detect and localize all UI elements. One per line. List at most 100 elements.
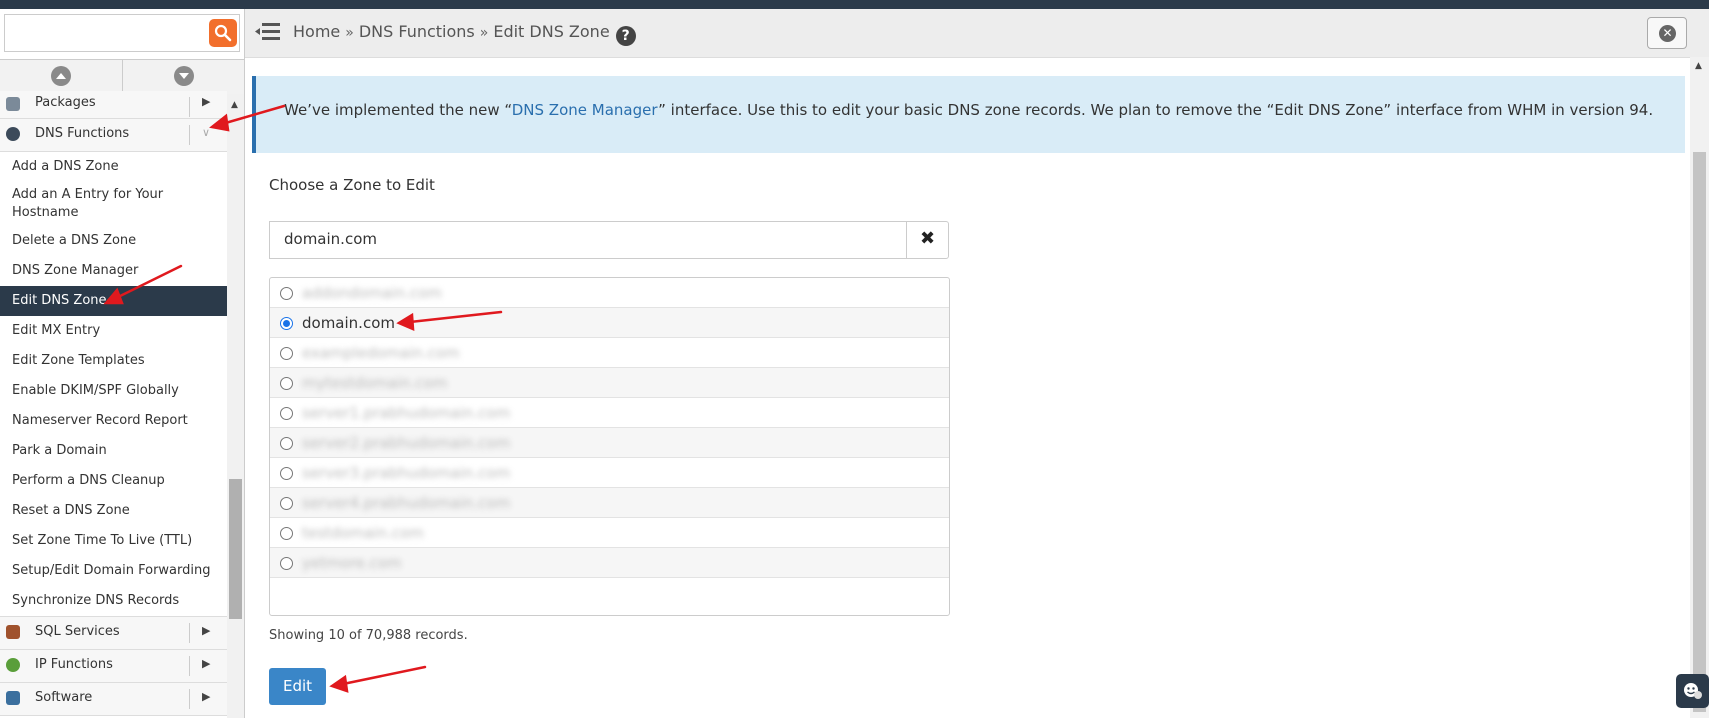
divider: [189, 656, 190, 676]
menu-collapse-icon: [255, 23, 280, 40]
zone-name: server4.prabhudomain.com: [302, 494, 511, 512]
zone-row[interactable]: server2.prabhudomain.com: [270, 428, 949, 458]
zone-row[interactable]: domain.com: [270, 308, 949, 338]
sidebar-item-dns-cleanup[interactable]: Perform a DNS Cleanup: [0, 466, 227, 496]
divider: [189, 689, 190, 709]
sidebar-item-add-a-entry[interactable]: Add an A Entry for Your Hostname: [0, 182, 227, 226]
zone-radio[interactable]: [280, 557, 293, 570]
sidebar-scroll-down-button[interactable]: [123, 60, 244, 94]
main-scrollbar-thumb[interactable]: [1693, 152, 1706, 712]
feedback-button[interactable]: [1676, 674, 1709, 708]
zone-row[interactable]: server4.prabhudomain.com: [270, 488, 949, 518]
zone-name: server1.prabhudomain.com: [302, 404, 511, 422]
zone-radio[interactable]: [280, 407, 293, 420]
sidebar-item-park-a-domain[interactable]: Park a Domain: [0, 436, 227, 466]
zone-radio[interactable]: [280, 497, 293, 510]
sidebar-category-sql-services[interactable]: SQL Services ▶: [0, 616, 227, 650]
zone-row[interactable]: server1.prabhudomain.com: [270, 398, 949, 428]
breadcrumb: Home» DNS Functions» Edit DNS Zone?: [293, 22, 636, 46]
sidebar-search: [4, 14, 240, 52]
sidebar-search-input[interactable]: [4, 14, 240, 52]
scroll-up-icon: ▲: [1695, 61, 1702, 71]
sidebar-category-ip-functions[interactable]: IP Functions ▶: [0, 650, 227, 683]
sidebar-item-edit-mx-entry[interactable]: Edit MX Entry: [0, 316, 227, 346]
zone-row[interactable]: mytestdomain.com: [270, 368, 949, 398]
category-label: DNS Functions: [35, 126, 130, 141]
chevron-down-icon: [174, 66, 194, 86]
breadcrumb-dns-functions[interactable]: DNS Functions: [359, 22, 475, 41]
zone-row[interactable]: addondomain.com: [270, 278, 949, 308]
divider: [189, 97, 190, 117]
divider: [189, 623, 190, 643]
category-label: Software: [35, 690, 93, 705]
annotation-arrowhead: [329, 674, 349, 693]
sidebar-item-set-zone-ttl[interactable]: Set Zone Time To Live (TTL): [0, 526, 227, 556]
sidebar-item-delete-dns-zone[interactable]: Delete a DNS Zone: [0, 226, 227, 256]
records-count: Showing 10 of 70,988 records.: [269, 628, 468, 643]
sidebar-category-dns-functions[interactable]: DNS Functions ∨: [0, 119, 227, 152]
zone-radio[interactable]: [280, 317, 293, 330]
sidebar-item-edit-dns-zone[interactable]: Edit DNS Zone: [0, 286, 227, 316]
zone-row[interactable]: testdomain.com: [270, 518, 949, 548]
sidebar-category-software[interactable]: Software ▶: [0, 683, 227, 716]
zone-name: testdomain.com: [302, 524, 424, 542]
sidebar: Packages ▶ DNS Functions ∨ Add a DNS Zon…: [0, 9, 245, 718]
notice-text: We’ve implemented the new “DNS Zone Mana…: [284, 101, 1654, 119]
zone-name: yetmore.com: [302, 554, 402, 572]
sidebar-item-synchronize-dns[interactable]: Synchronize DNS Records: [0, 586, 227, 616]
zone-name: mytestdomain.com: [302, 374, 448, 392]
edit-button[interactable]: Edit: [269, 668, 326, 705]
search-button[interactable]: [209, 19, 237, 47]
category-label: IP Functions: [35, 657, 113, 672]
help-icon[interactable]: ?: [615, 26, 636, 46]
zone-filter-input[interactable]: domain.com: [269, 221, 906, 259]
zone-radio[interactable]: [280, 377, 293, 390]
software-icon: [6, 691, 20, 705]
zone-radio[interactable]: [280, 287, 293, 300]
database-icon: [6, 625, 20, 639]
sidebar-scrollbar-thumb[interactable]: [229, 479, 242, 619]
sidebar-category-packages[interactable]: Packages ▶: [0, 91, 227, 119]
annotation-arrow: [341, 665, 427, 686]
zone-name: domain.com: [302, 314, 395, 332]
breadcrumb-home[interactable]: Home: [293, 22, 340, 41]
main-scrollbar[interactable]: ▲: [1690, 57, 1709, 718]
zone-radio[interactable]: [280, 347, 293, 360]
chevron-right-icon: ▶: [202, 95, 211, 108]
zone-radio[interactable]: [280, 527, 293, 540]
sidebar-scroll-up-button[interactable]: [0, 60, 123, 94]
page-header: Home» DNS Functions» Edit DNS Zone? ✕: [245, 9, 1709, 58]
sidebar-item-domain-forwarding[interactable]: Setup/Edit Domain Forwarding: [0, 556, 227, 586]
close-button[interactable]: ✕: [1647, 17, 1687, 49]
globe-icon: [6, 658, 20, 672]
zone-name: exampledomain.com: [302, 344, 460, 362]
search-icon: [214, 24, 232, 42]
zone-radio[interactable]: [280, 467, 293, 480]
sidebar-item-enable-dkim-spf[interactable]: Enable DKIM/SPF Globally: [0, 376, 227, 406]
chevron-down-icon: ∨: [202, 126, 211, 139]
chevron-right-icon: ▶: [202, 624, 211, 637]
sidebar-item-add-dns-zone[interactable]: Add a DNS Zone: [0, 152, 227, 182]
category-label: SQL Services: [35, 624, 120, 639]
package-icon: [6, 97, 20, 111]
sidebar-item-edit-zone-templates[interactable]: Edit Zone Templates: [0, 346, 227, 376]
sidebar-item-dns-zone-manager[interactable]: DNS Zone Manager: [0, 256, 227, 286]
dns-icon: [6, 127, 20, 141]
close-icon: ✕: [1659, 25, 1676, 42]
sidebar-scrollbar[interactable]: ▲: [227, 94, 244, 718]
category-label: Packages: [35, 95, 96, 110]
zone-name: server2.prabhudomain.com: [302, 434, 511, 452]
menu-toggle-button[interactable]: [255, 21, 281, 43]
dns-zone-manager-link[interactable]: DNS Zone Manager: [512, 101, 658, 119]
choose-zone-label: Choose a Zone to Edit: [269, 176, 435, 194]
clear-filter-button[interactable]: ✖: [906, 221, 949, 259]
sidebar-item-reset-dns-zone[interactable]: Reset a DNS Zone: [0, 496, 227, 526]
zone-row[interactable]: exampledomain.com: [270, 338, 949, 368]
sidebar-scroll-controls: [0, 59, 244, 95]
deprecation-notice: We’ve implemented the new “DNS Zone Mana…: [252, 76, 1685, 153]
zone-row[interactable]: server3.prabhudomain.com: [270, 458, 949, 488]
divider: [189, 125, 190, 145]
zone-radio[interactable]: [280, 437, 293, 450]
sidebar-item-nameserver-record-report[interactable]: Nameserver Record Report: [0, 406, 227, 436]
zone-row[interactable]: yetmore.com: [270, 548, 949, 578]
